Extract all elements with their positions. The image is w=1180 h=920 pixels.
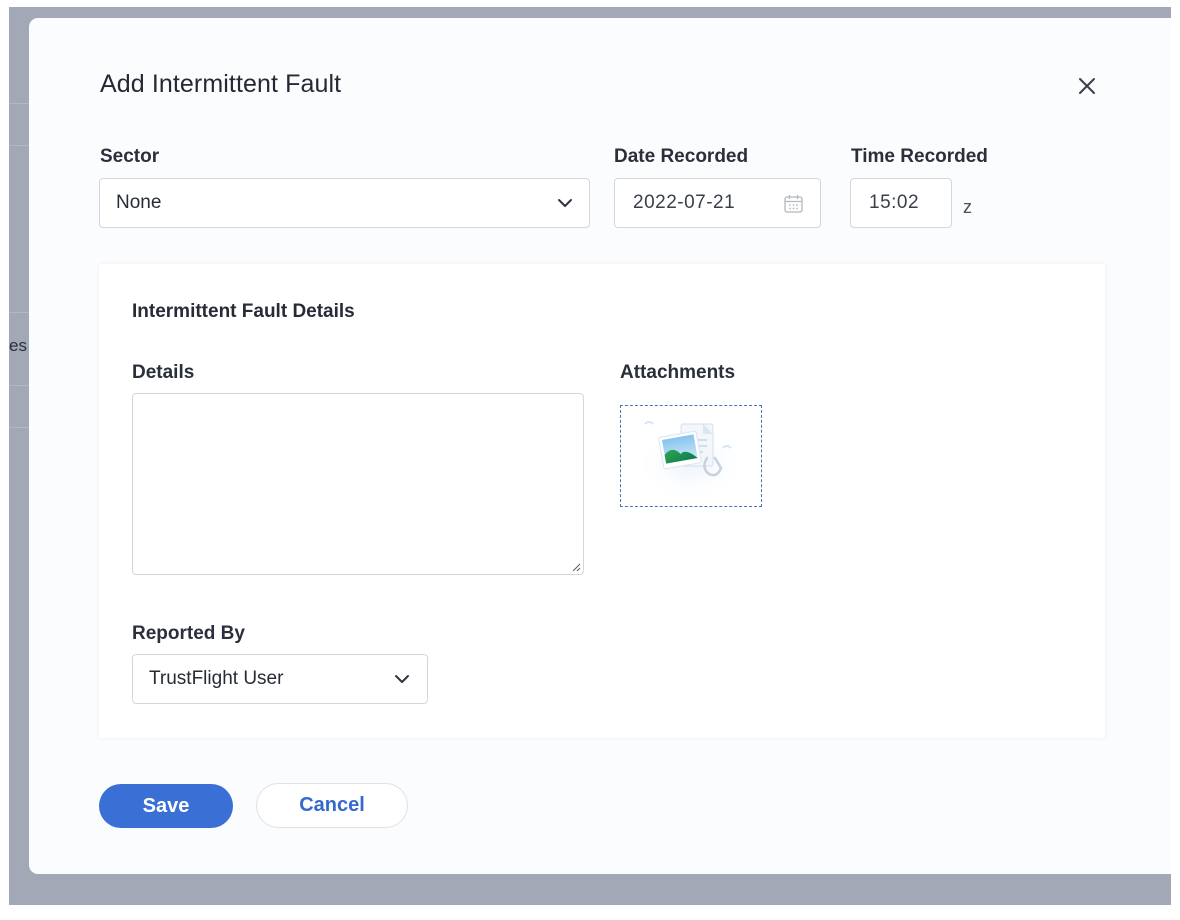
details-label: Details: [132, 362, 195, 383]
save-button[interactable]: Save: [99, 784, 233, 828]
cancel-button[interactable]: Cancel: [256, 783, 408, 828]
upload-files-icon: [639, 421, 743, 496]
sector-value: None: [116, 192, 162, 213]
chevron-down-icon: [395, 675, 409, 683]
reported-by-select[interactable]: TrustFlight User: [132, 654, 428, 704]
date-recorded-value: 2022-07-21: [633, 192, 736, 213]
reported-by-value: TrustFlight User: [149, 668, 284, 689]
reported-by-label: Reported By: [132, 623, 245, 644]
date-recorded-input[interactable]: 2022-07-21: [614, 178, 821, 228]
add-intermittent-fault-modal: Add Intermittent Fault Sector None Date …: [29, 18, 1171, 874]
time-recorded-input[interactable]: 15:02: [850, 178, 952, 228]
date-recorded-label: Date Recorded: [614, 146, 749, 167]
timezone-label: z: [963, 197, 972, 217]
resize-handle-icon[interactable]: [571, 562, 581, 572]
sector-select[interactable]: None: [99, 178, 590, 228]
chevron-down-icon: [558, 199, 572, 207]
card-title: Intermittent Fault Details: [132, 301, 355, 322]
time-recorded-value: 15:02: [869, 192, 920, 213]
time-recorded-label: Time Recorded: [851, 146, 988, 167]
sector-label: Sector: [100, 146, 160, 167]
attachments-dropzone[interactable]: [620, 405, 762, 507]
close-icon: [1079, 78, 1095, 94]
modal-title: Add Intermittent Fault: [100, 70, 342, 98]
background-partial-text: es: [9, 336, 27, 355]
attachments-label: Attachments: [620, 362, 736, 383]
details-textarea[interactable]: [132, 393, 584, 575]
close-button[interactable]: [1073, 72, 1101, 100]
calendar-icon[interactable]: [783, 193, 804, 214]
intermittent-fault-details-card: Intermittent Fault Details Details Attac…: [99, 264, 1105, 738]
